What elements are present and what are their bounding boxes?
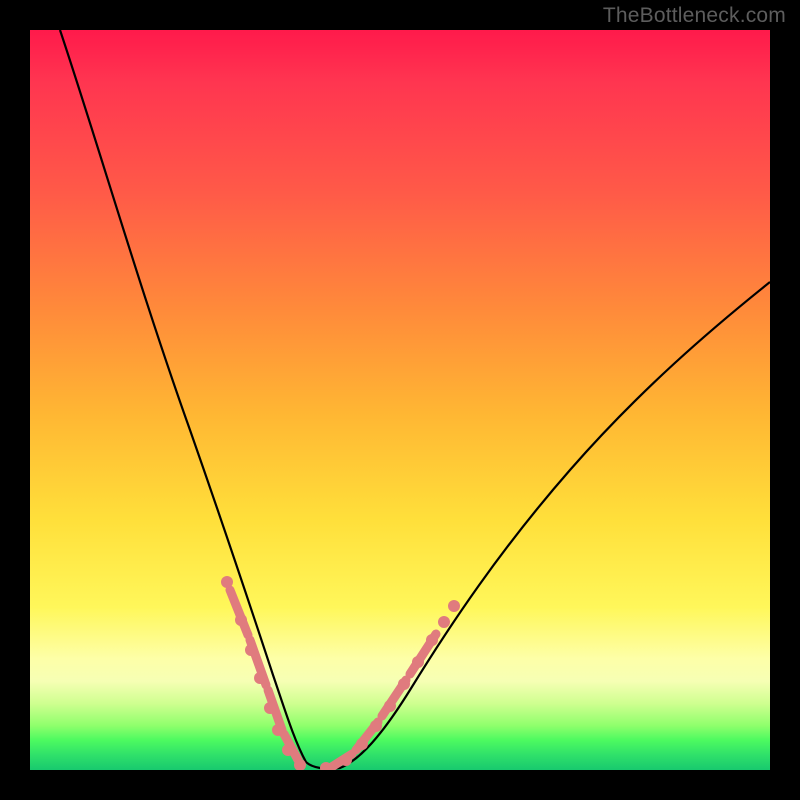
watermark-text: TheBottleneck.com [603,4,786,28]
chart-frame: TheBottleneck.com [0,0,800,800]
curve-layer [30,30,770,770]
highlight-dots [221,576,460,770]
plot-area [30,30,770,770]
